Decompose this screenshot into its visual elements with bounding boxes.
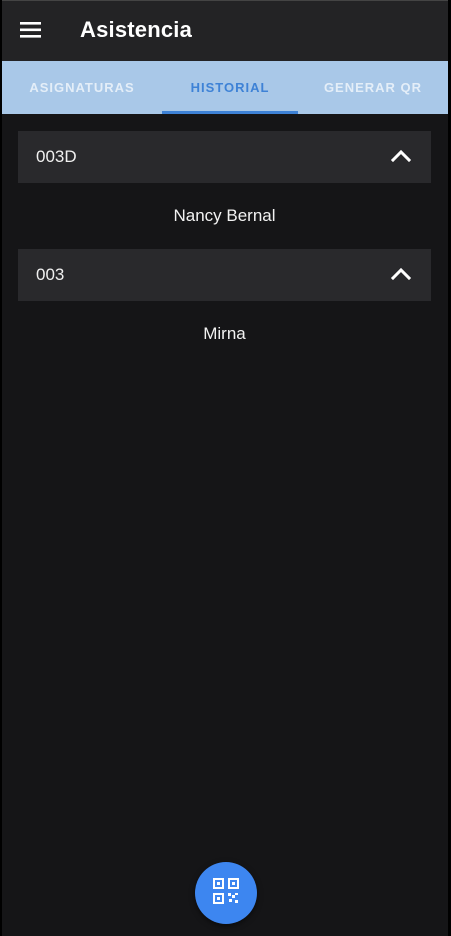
page-title: Asistencia (80, 17, 193, 42)
tab-generar-qr[interactable]: GENERAR QR (298, 61, 448, 114)
tab-historial-label: HISTORIAL (190, 80, 270, 95)
list-item: Mirna (18, 316, 431, 352)
app-bar: Asistencia (2, 0, 448, 61)
chevron-up-icon (390, 148, 412, 167)
panel-title: 003 (36, 265, 65, 284)
panel-header-003[interactable]: 003 (18, 249, 431, 301)
list-item: Nancy Bernal (18, 198, 431, 234)
menu-icon[interactable] (20, 21, 46, 43)
panel-header-003d[interactable]: 003D (18, 131, 431, 183)
qr-code-icon (213, 877, 239, 909)
chevron-up-icon (390, 266, 412, 285)
tab-historial[interactable]: HISTORIAL (162, 61, 298, 114)
student-name: Mirna (203, 324, 246, 343)
student-name: Nancy Bernal (173, 206, 276, 225)
tab-asignaturas[interactable]: ASIGNATURAS (2, 61, 162, 114)
tab-bar: ASIGNATURAS HISTORIAL GENERAR QR (2, 61, 448, 114)
generate-qr-fab-button[interactable] (195, 862, 257, 924)
panel-title: 003D (36, 147, 77, 166)
app-screen: Asistencia ASIGNATURAS HISTORIAL GENERAR… (0, 0, 451, 936)
history-list: 003D Nancy Bernal 003 Mirna (2, 114, 448, 936)
